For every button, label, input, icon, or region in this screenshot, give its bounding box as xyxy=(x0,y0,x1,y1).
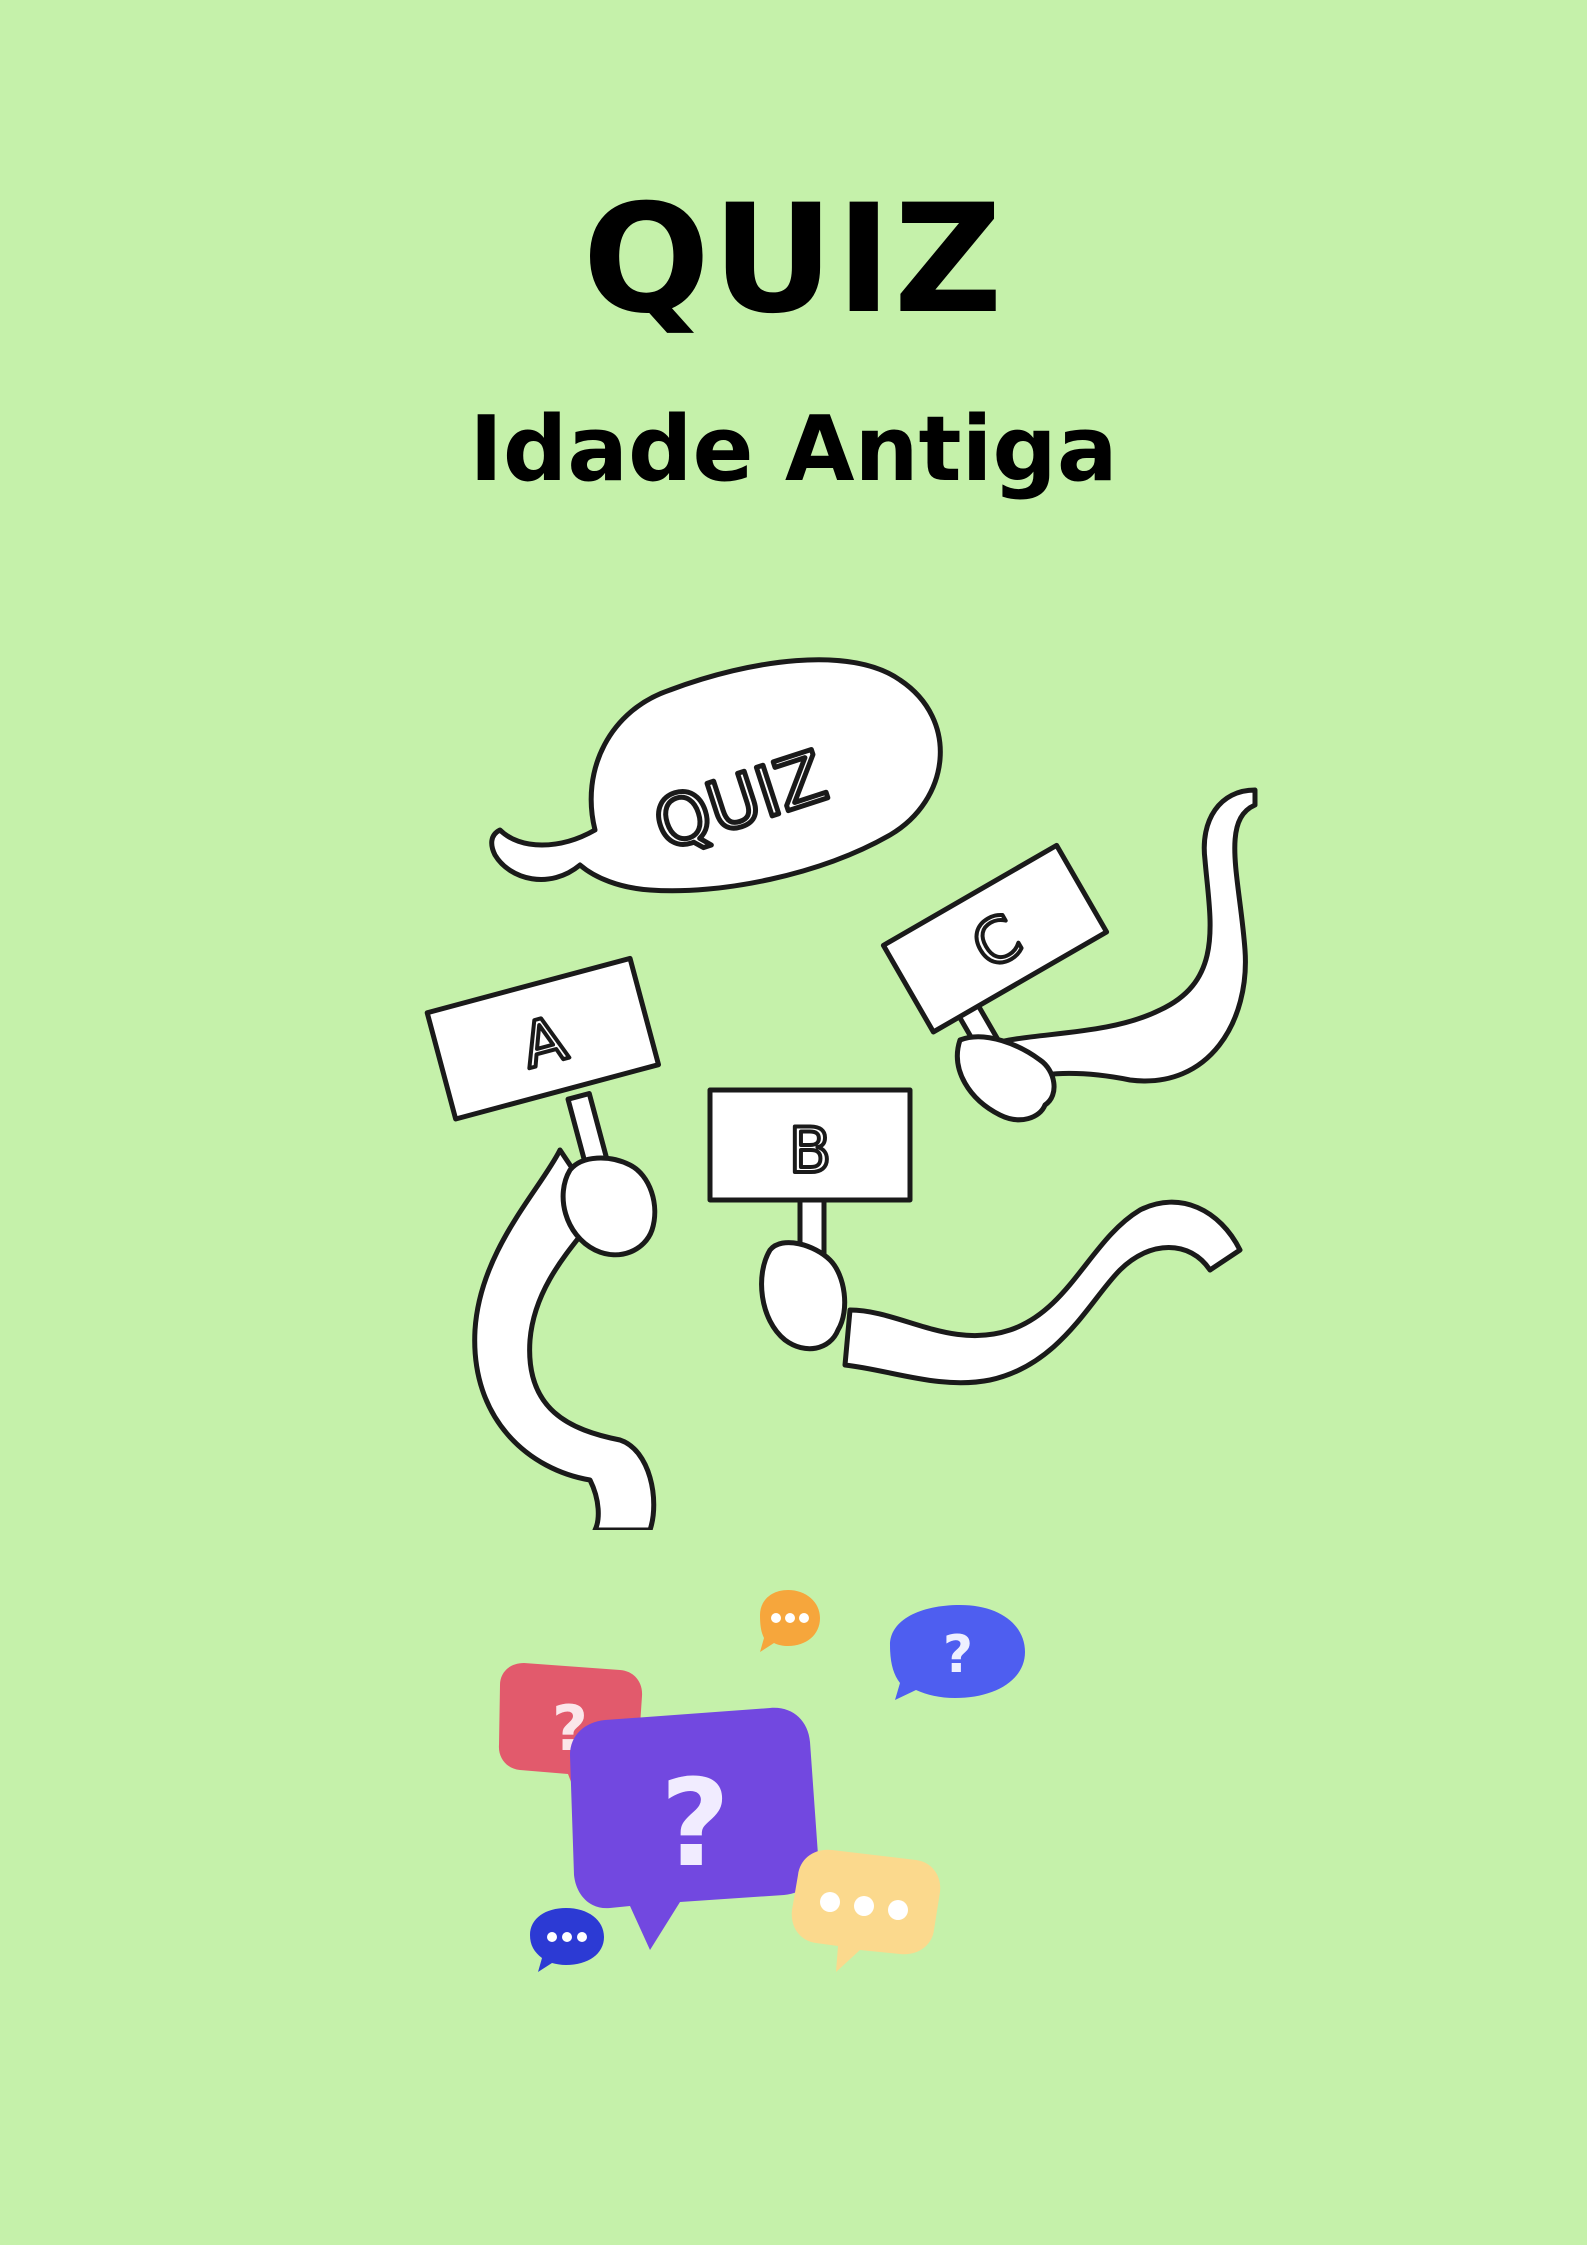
page-title: QUIZ xyxy=(582,173,1005,347)
blue-question-bubble: ? xyxy=(890,1605,1025,1700)
dark-blue-dots-bubble xyxy=(530,1908,604,1972)
question-mark-blue: ? xyxy=(943,1625,973,1685)
hands-holding-answer-cards-icon: QUIZ C A B xyxy=(424,657,1258,1530)
card-b-label: B xyxy=(789,1114,832,1187)
lower-hand xyxy=(759,1240,848,1352)
right-lower-arm xyxy=(842,1199,1243,1386)
quiz-cover-page: QUIZ Idade Antiga QUIZ C A B ? ? ? xyxy=(0,0,1587,2245)
question-mark-purple: ? xyxy=(660,1755,730,1894)
cream-dots-bubble xyxy=(791,1849,941,1972)
purple-question-bubble: ? xyxy=(570,1707,819,1950)
page-subtitle: Idade Antiga xyxy=(469,397,1118,502)
orange-dots-bubble xyxy=(760,1590,820,1652)
question-chat-bubbles-icon: ? ? ? xyxy=(498,1590,1025,1972)
